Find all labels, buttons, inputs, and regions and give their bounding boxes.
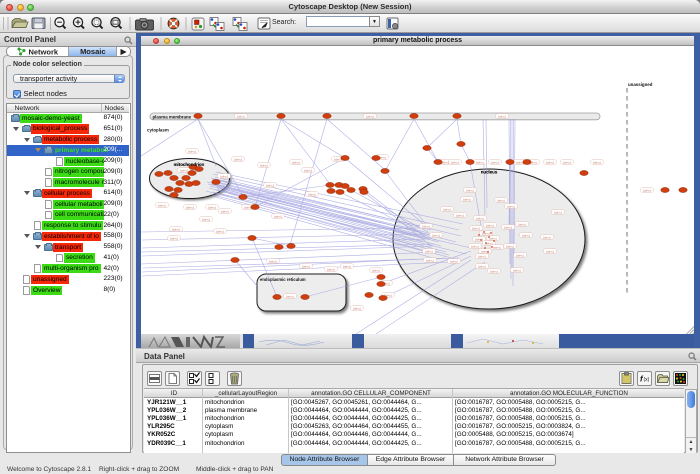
svg-text:[ab-c]: [ab-c] [220,174,228,178]
svg-text:[ab-c]: [ab-c] [302,264,310,268]
svg-text:[ab-c]: [ab-c] [343,264,351,268]
svg-text:[ab-c]: [ab-c] [491,160,499,164]
svg-text:[ab-c]: [ab-c] [432,233,440,237]
svg-text:[ab-c]: [ab-c] [308,192,316,196]
svg-text:[ab-c]: [ab-c] [516,253,524,257]
svg-text:plasma membrane: plasma membrane [153,115,192,120]
svg-text:[ab-c]: [ab-c] [208,205,216,209]
svg-text:[ab-c]: [ab-c] [422,224,430,228]
svg-text:unassigned: unassigned [628,82,653,87]
svg-text:[ab-c]: [ab-c] [471,244,479,248]
svg-text:[ab-c]: [ab-c] [546,160,554,164]
svg-text:[ab-c]: [ab-c] [202,217,210,221]
svg-text:[ab-c]: [ab-c] [490,269,498,273]
svg-text:[ab-c]: [ab-c] [450,259,458,263]
svg-text:[ab-c]: [ab-c] [451,160,459,164]
svg-text:[ab-c]: [ab-c] [186,205,194,209]
svg-text:[ab-c]: [ab-c] [170,236,178,240]
svg-text:[ab-c]: [ab-c] [493,245,501,249]
svg-text:[ab-c]: [ab-c] [476,216,484,220]
svg-text:[ab-c]: [ab-c] [476,160,484,164]
svg-text:[ab-c]: [ab-c] [188,149,196,153]
svg-text:[ab-c]: [ab-c] [472,226,480,230]
svg-text:[ab-c]: [ab-c] [593,160,601,164]
svg-text:[ab-c]: [ab-c] [643,188,651,192]
svg-text:[ab-c]: [ab-c] [443,207,451,211]
svg-text:[ab-c]: [ab-c] [366,114,374,118]
svg-text:[ab-c]: [ab-c] [554,210,562,214]
svg-text:[ab-c]: [ab-c] [327,267,335,271]
svg-text:[ab-c]: [ab-c] [426,258,434,262]
svg-text:[ab-c]: [ab-c] [237,114,245,118]
svg-text:[ab-c]: [ab-c] [475,237,483,241]
svg-text:[ab-c]: [ab-c] [180,168,188,172]
svg-text:cytoplasm: cytoplasm [147,128,169,133]
svg-text:[ab-c]: [ab-c] [478,264,486,268]
svg-text:[ab-c]: [ab-c] [172,227,180,231]
svg-text:[ab-c]: [ab-c] [463,197,471,201]
svg-text:[ab-c]: [ab-c] [507,204,515,208]
svg-text:[ab-c]: [ab-c] [563,160,571,164]
svg-text:[ab-c]: [ab-c] [498,114,506,118]
svg-text:[ab-c]: [ab-c] [513,268,521,272]
svg-text:mitochondrion: mitochondrion [174,162,205,167]
svg-text:[ab-c]: [ab-c] [216,229,224,233]
svg-text:[ab-c]: [ab-c] [456,213,464,217]
svg-text:[ab-c]: [ab-c] [489,236,497,240]
svg-text:[ab-c]: [ab-c] [506,244,514,248]
svg-text:[ab-c]: [ab-c] [274,214,282,218]
svg-text:[ab-c]: [ab-c] [234,157,242,161]
svg-text:[ab-c]: [ab-c] [304,168,312,172]
svg-text:[ab-c]: [ab-c] [466,188,474,192]
svg-text:[ab-c]: [ab-c] [486,223,494,227]
svg-text:endoplasmic reticulum: endoplasmic reticulum [260,277,306,282]
svg-text:[ab-c]: [ab-c] [221,209,229,213]
svg-text:[ab-c]: [ab-c] [478,254,486,258]
svg-text:[ab-c]: [ab-c] [158,203,166,207]
svg-text:[ab-c]: [ab-c] [266,183,274,187]
svg-text:[ab-c]: [ab-c] [372,268,380,272]
svg-text:[ab-c]: [ab-c] [546,249,554,253]
svg-text:[ab-c]: [ab-c] [497,198,505,202]
svg-text:[ab-c]: [ab-c] [504,225,512,229]
svg-text:[ab-c]: [ab-c] [260,163,268,167]
svg-text:[ab-c]: [ab-c] [292,160,300,164]
svg-text:[ab-c]: [ab-c] [269,259,277,263]
svg-text:nucleus: nucleus [481,170,498,175]
svg-text:[ab-c]: [ab-c] [286,294,294,298]
svg-text:[ab-c]: [ab-c] [522,233,530,237]
svg-text:[ab-c]: [ab-c] [353,306,361,310]
svg-text:[ab-c]: [ab-c] [425,249,433,253]
svg-text:[ab-c]: [ab-c] [518,222,526,226]
svg-text:(x): (x) [644,377,650,383]
svg-text:[ab-c]: [ab-c] [543,235,551,239]
